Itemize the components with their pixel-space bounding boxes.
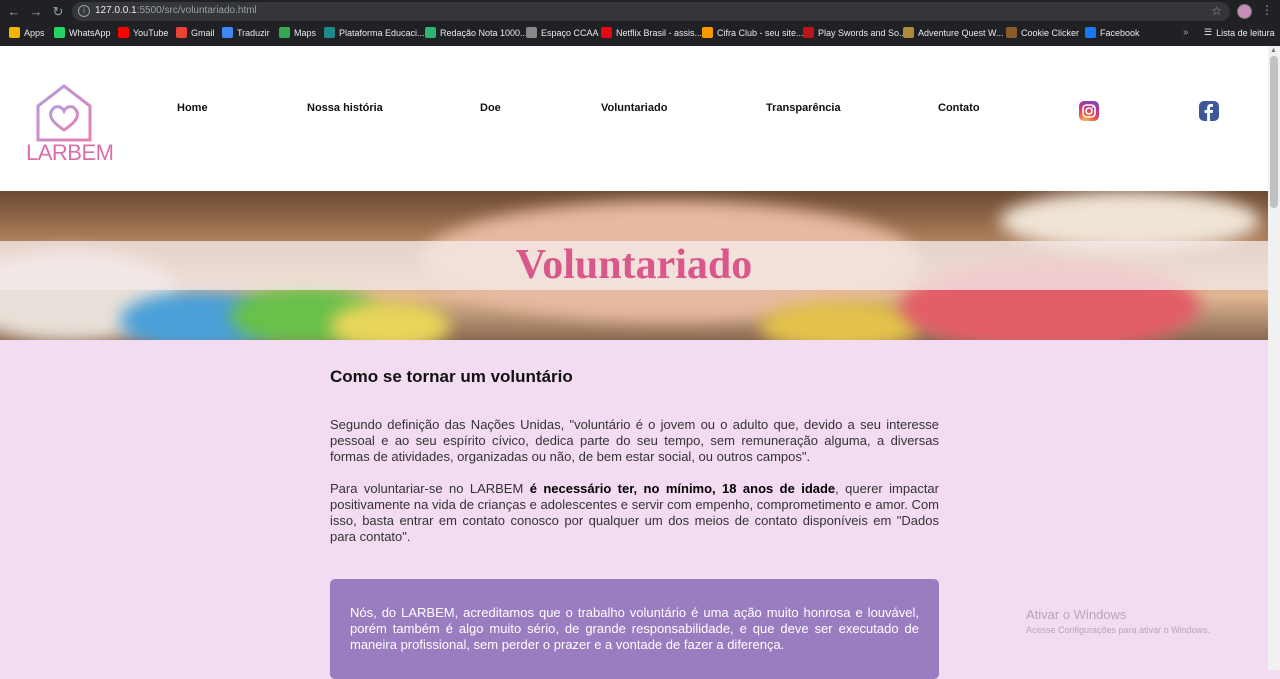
profile-avatar[interactable] (1237, 4, 1252, 19)
bookmark-item[interactable]: Facebook (1085, 27, 1140, 38)
bookmark-favicon-icon (9, 27, 20, 38)
bookmark-label: Cookie Clicker (1021, 27, 1080, 38)
paragraph-definition: Segundo definição das Nações Unidas, "vo… (330, 417, 939, 464)
bookmark-favicon-icon (324, 27, 335, 38)
bookmark-label: Play Swords and So... (818, 27, 907, 38)
nav-transparencia[interactable]: Transparência (766, 102, 841, 114)
bookmark-favicon-icon (425, 27, 436, 38)
address-bar[interactable]: i 127.0.0.1:5500/src/voluntariado.html ☆ (72, 2, 1230, 21)
bookmark-item[interactable]: Redação Nota 1000... (425, 27, 528, 38)
bookmark-favicon-icon (601, 27, 612, 38)
bookmark-item[interactable]: Apps (9, 27, 45, 38)
site-header: LARBEM Home Nossa história Doe Voluntari… (0, 46, 1268, 191)
bookmarks-bar: Apps WhatsApp YouTube Gmail Traduzir Maps Plat… (0, 24, 1280, 44)
nav-nossa-historia[interactable]: Nossa história (307, 102, 383, 114)
hero-banner: Voluntariado (0, 191, 1268, 340)
banner-bg-shape (330, 301, 450, 340)
bookmark-label: Plataforma Educaci... (339, 27, 425, 38)
url-path: :5500/src/voluntariado.html (136, 5, 257, 16)
bookmark-favicon-icon (222, 27, 233, 38)
quote-text: Nós, do LARBEM, acreditamos que o trabal… (350, 605, 919, 652)
larbem-logo[interactable]: LARBEM (24, 82, 114, 168)
bookmark-favicon-icon (1006, 27, 1017, 38)
facebook-glyph (1204, 104, 1213, 121)
nav-contato[interactable]: Contato (938, 102, 980, 114)
bookmark-item[interactable]: Cookie Clicker (1006, 27, 1079, 38)
bookmark-item[interactable]: Gmail (176, 27, 215, 38)
nav-doe[interactable]: Doe (480, 102, 501, 114)
reading-list-icon: ☰ (1204, 27, 1213, 37)
bookmark-favicon-icon (702, 27, 713, 38)
bookmark-favicon-icon (803, 27, 814, 38)
bookmark-item[interactable]: YouTube (118, 27, 168, 38)
bookmark-label: Gmail (191, 27, 215, 38)
scroll-up-arrow-icon[interactable]: ▲ (1270, 47, 1277, 54)
browser-chrome: ← → ↻ i 127.0.0.1:5500/src/voluntariado.… (0, 0, 1280, 46)
bookmark-label: Espaço CCAA (541, 27, 599, 38)
bookmark-label: Redação Nota 1000... (440, 27, 528, 38)
bookmark-favicon-icon (1085, 27, 1096, 38)
logo-text: LARBEM (26, 140, 114, 165)
bookmark-item[interactable]: Plataforma Educaci... (324, 27, 425, 38)
bookmark-item[interactable]: Adventure Quest W... (903, 27, 1004, 38)
scroll-thumb[interactable] (1270, 56, 1278, 208)
bookmark-item[interactable]: Maps (279, 27, 316, 38)
forward-icon[interactable]: → (28, 4, 44, 20)
bookmark-item[interactable]: Cifra Club - seu site... (702, 27, 804, 38)
facebook-icon[interactable] (1199, 101, 1219, 121)
bookmark-label: Cifra Club - seu site... (717, 27, 804, 38)
reading-list-label: Lista de leitura (1216, 27, 1275, 38)
windows-activation-subtitle: Acesse Configurações para ativar o Windo… (1026, 625, 1211, 635)
nav-voluntariado[interactable]: Voluntariado (601, 102, 667, 114)
bookmarks-overflow-icon[interactable]: » (1183, 27, 1189, 38)
bookmark-label: Maps (294, 27, 317, 38)
paragraph-requirements: Para voluntariar-se no LARBEM é necessár… (330, 481, 939, 545)
bookmark-favicon-icon (526, 27, 537, 38)
section-heading: Como se tornar um voluntário (330, 367, 573, 386)
bookmark-label: Adventure Quest W... (918, 27, 1004, 38)
bookmark-label: WhatsApp (69, 27, 111, 38)
site-info-icon[interactable]: i (78, 5, 90, 17)
bookmark-favicon-icon (118, 27, 129, 38)
reload-icon[interactable]: ↻ (50, 4, 66, 20)
requirements-text-start: Para voluntariar-se no LARBEM (330, 481, 530, 496)
bookmark-item[interactable]: WhatsApp (54, 27, 111, 38)
address-row: ← → ↻ i 127.0.0.1:5500/src/voluntariado.… (0, 0, 1280, 23)
nav-home[interactable]: Home (177, 102, 208, 114)
requirements-highlight: é necessário ter, no mínimo, 18 anos de … (529, 481, 836, 496)
instagram-glyph (1082, 104, 1096, 118)
bookmark-item[interactable]: Netflix Brasil - assis... (601, 27, 702, 38)
bookmark-label: Traduzir (237, 27, 270, 38)
bookmark-label: Facebook (1100, 27, 1140, 38)
bookmark-label: YouTube (133, 27, 169, 38)
page-scrollbar[interactable]: ▲ (1268, 46, 1280, 670)
url-text: 127.0.0.1:5500/src/voluntariado.html (95, 5, 257, 16)
url-host: 127.0.0.1 (95, 5, 137, 16)
instagram-icon[interactable] (1079, 101, 1099, 121)
bookmark-favicon-icon (54, 27, 65, 38)
menu-icon[interactable]: ⋮ (1261, 3, 1273, 17)
quote-box: Nós, do LARBEM, acreditamos que o trabal… (330, 579, 939, 679)
bookmark-label: Apps (24, 27, 45, 38)
windows-activation-title: Ativar o Windows (1026, 607, 1127, 622)
page-title: Voluntariado (515, 242, 753, 288)
bookmark-favicon-icon (903, 27, 914, 38)
bookmark-item[interactable]: Espaço CCAA (526, 27, 599, 38)
bookmark-favicon-icon (279, 27, 290, 38)
bookmark-item[interactable]: Traduzir (222, 27, 270, 38)
bookmark-favicon-icon (176, 27, 187, 38)
bookmark-item[interactable]: Play Swords and So... (803, 27, 907, 38)
bookmark-label: Netflix Brasil - assis... (616, 27, 703, 38)
reading-list-button[interactable]: ☰ Lista de leitura (1204, 27, 1275, 38)
back-icon[interactable]: ← (6, 4, 22, 20)
house-heart-icon (36, 84, 92, 142)
bookmark-star-icon[interactable]: ☆ (1211, 4, 1222, 18)
